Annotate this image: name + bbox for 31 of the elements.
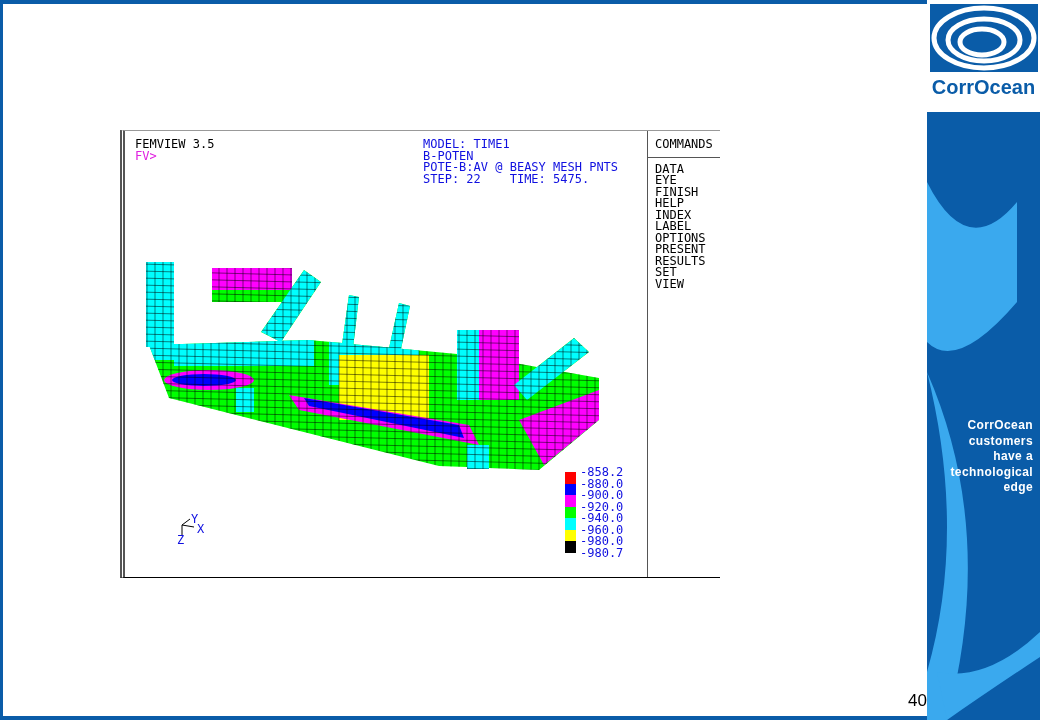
legend-label: -980.7: [580, 547, 624, 559]
axis-label: Z: [177, 535, 185, 547]
model-info-line: MODEL: TIME1: [423, 139, 511, 151]
legend-label: -920.0: [580, 501, 624, 513]
slide-number: 40: [908, 691, 927, 712]
command-item[interactable]: HELP: [655, 198, 720, 210]
command-item[interactable]: SET: [655, 267, 720, 279]
command-item[interactable]: INDEX: [655, 209, 720, 221]
model-info-line: POTE-B:AV @ BEASY MESH PNTS: [423, 162, 619, 174]
commands-header: COMMANDS: [648, 131, 720, 158]
model-info-line: STEP: 22 TIME: 5475.: [423, 173, 591, 185]
command-item[interactable]: OPTIONS: [655, 232, 720, 244]
legend-label: -900.0: [580, 490, 624, 502]
command-item[interactable]: PRESENT: [655, 244, 720, 256]
tagline-text: CorrOcean customers have a technological edge: [950, 418, 1033, 496]
command-item[interactable]: EYE: [655, 175, 720, 187]
command-item[interactable]: DATA: [655, 163, 720, 175]
model-info-line: B-POTEN: [423, 150, 474, 162]
command-item[interactable]: VIEW: [655, 278, 720, 290]
logo-text: CorrOcean: [931, 75, 1036, 100]
axis-label: X: [197, 524, 205, 536]
legend-label: -858.2: [580, 467, 624, 479]
legend-label: -980.0: [580, 536, 624, 548]
legend-label: -960.0: [580, 524, 624, 536]
legend-label: -940.0: [580, 513, 624, 525]
program-title: FEMVIEW 3.5: [135, 139, 216, 151]
command-prompt[interactable]: FV>: [135, 150, 423, 162]
legend-label: -880.0: [580, 478, 624, 490]
command-item[interactable]: RESULTS: [655, 255, 720, 267]
command-item[interactable]: LABEL: [655, 221, 720, 233]
command-item[interactable]: FINISH: [655, 186, 720, 198]
